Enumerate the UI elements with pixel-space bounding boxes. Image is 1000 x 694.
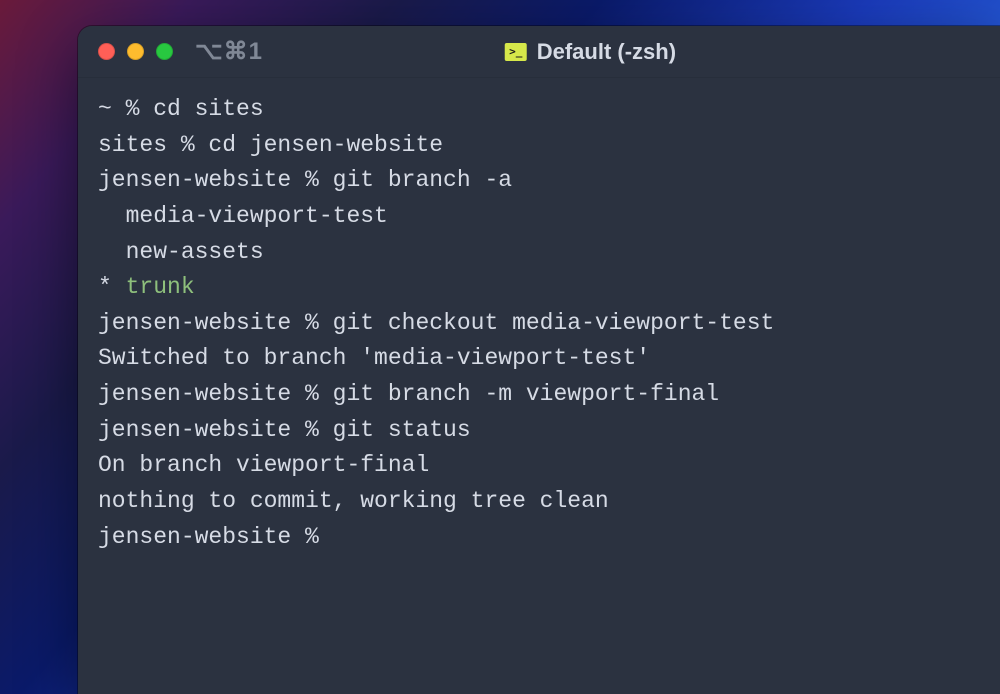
- terminal-text: jensen-website % git checkout media-view…: [98, 310, 774, 336]
- terminal-text: jensen-website %: [98, 524, 333, 550]
- terminal-text: ~ % cd sites: [98, 96, 264, 122]
- terminal-line: * trunk: [98, 270, 980, 306]
- traffic-lights: [98, 43, 173, 60]
- terminal-line: jensen-website %: [98, 520, 980, 556]
- terminal-body[interactable]: ~ % cd sites sites % cd jensen-website jen…: [78, 78, 1000, 694]
- terminal-text: trunk: [126, 274, 195, 300]
- terminal-line: jensen-website % git status: [98, 413, 980, 449]
- terminal-text: Switched to branch 'media-viewport-test': [98, 345, 650, 371]
- terminal-line: media-viewport-test: [98, 199, 980, 235]
- window-hotkey: ⌥⌘1: [195, 37, 263, 66]
- close-icon[interactable]: [98, 43, 115, 60]
- terminal-text: jensen-website % git status: [98, 417, 471, 443]
- terminal-line: sites % cd jensen-website: [98, 128, 980, 164]
- terminal-line: jensen-website % git checkout media-view…: [98, 306, 980, 342]
- terminal-line: Switched to branch 'media-viewport-test': [98, 341, 980, 377]
- terminal-line: new-assets: [98, 235, 980, 271]
- window-titlebar[interactable]: ⌥⌘1 Default (-zsh): [78, 26, 1000, 78]
- terminal-text: sites % cd jensen-website: [98, 132, 443, 158]
- terminal-window: ⌥⌘1 Default (-zsh) ~ % cd sites sites % c…: [78, 26, 1000, 694]
- terminal-line: ~ % cd sites: [98, 92, 980, 128]
- terminal-text: On branch viewport-final: [98, 452, 429, 478]
- terminal-line: nothing to commit, working tree clean: [98, 484, 980, 520]
- terminal-text: new-assets: [98, 239, 264, 265]
- terminal-text: jensen-website % git branch -a: [98, 167, 512, 193]
- window-title: Default (-zsh): [537, 39, 676, 65]
- terminal-icon: [505, 43, 527, 61]
- terminal-line: jensen-website % git branch -m viewport-…: [98, 377, 980, 413]
- terminal-text: media-viewport-test: [98, 203, 388, 229]
- minimize-icon[interactable]: [127, 43, 144, 60]
- zoom-icon[interactable]: [156, 43, 173, 60]
- terminal-text: nothing to commit, working tree clean: [98, 488, 609, 514]
- terminal-line: jensen-website % git branch -a: [98, 163, 980, 199]
- terminal-text: *: [98, 274, 126, 300]
- window-title-group: Default (-zsh): [505, 39, 676, 65]
- terminal-text: jensen-website % git branch -m viewport-…: [98, 381, 719, 407]
- terminal-line: On branch viewport-final: [98, 448, 980, 484]
